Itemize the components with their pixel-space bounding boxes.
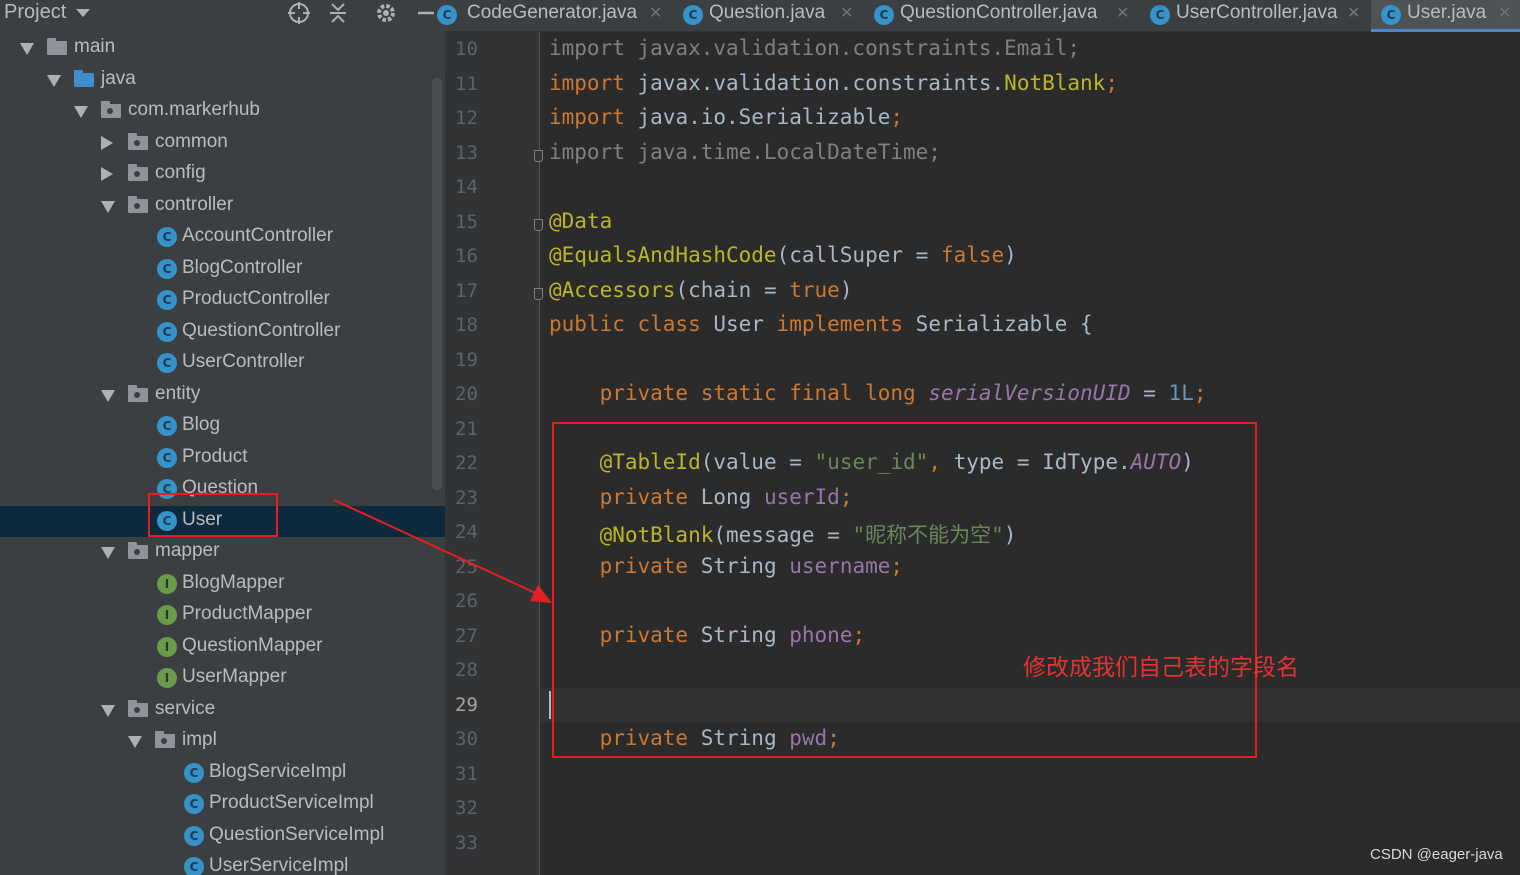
watermark: CSDN @eager-java bbox=[1370, 846, 1503, 863]
red-arrow-icon bbox=[333, 499, 552, 603]
annotation-text: 修改成我们自己表的字段名 bbox=[1023, 655, 1299, 681]
